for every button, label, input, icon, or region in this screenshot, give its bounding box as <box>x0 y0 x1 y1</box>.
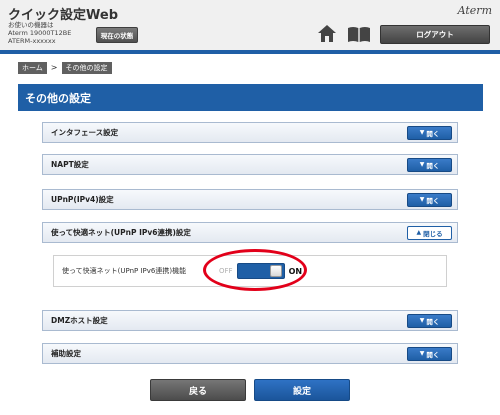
open-button-label: 開く <box>426 197 440 205</box>
page-title: その他の設定 <box>18 84 483 111</box>
upnp-ipv6-function-label: 使って快適ネット(UPnP IPv6連携)機能 <box>62 267 187 275</box>
breadcrumb-current: その他の設定 <box>61 61 112 74</box>
open-button[interactable]: ▼ 開く <box>407 126 452 140</box>
device-info: お使いの機器は Aterm 19000T12BE ATERM-xxxxxx <box>8 21 71 45</box>
close-button-label: 閉じる <box>423 230 443 238</box>
open-button[interactable]: ▼ 開く <box>407 314 452 328</box>
current-status-button[interactable]: 現在の状態 <box>96 27 138 43</box>
panel-auxiliary[interactable]: 補助設定 ▼ 開く <box>42 343 458 364</box>
panel-label: 補助設定 <box>51 349 81 358</box>
chevron-down-icon: ▼ <box>419 196 425 203</box>
header-bar: クイック設定Web お使いの機器は Aterm 19000T12BE ATERM… <box>0 0 500 50</box>
open-button-label: 開く <box>426 351 440 359</box>
header-divider <box>0 50 500 54</box>
device-info-line: Aterm 19000T12BE <box>8 29 72 37</box>
panel-dmz-host[interactable]: DMZホスト設定 ▼ 開く <box>42 310 458 331</box>
highlight-circle <box>203 249 307 291</box>
save-button[interactable]: 設定 <box>254 379 350 401</box>
panel-label: DMZホスト設定 <box>51 316 108 325</box>
panel-label: インタフェース設定 <box>51 128 119 137</box>
chevron-down-icon: ▼ <box>419 350 425 357</box>
device-info-line: お使いの機器は <box>8 21 54 29</box>
device-info-line: ATERM-xxxxxx <box>8 37 56 45</box>
chevron-up-icon: ▲ <box>416 229 422 236</box>
close-button[interactable]: ▲ 閉じる <box>407 226 452 240</box>
logout-button[interactable]: ログアウト <box>380 25 490 44</box>
open-button-label: 開く <box>426 130 440 138</box>
chevron-down-icon: ▼ <box>419 129 425 136</box>
home-icon[interactable] <box>317 24 337 43</box>
panel-upnp-ipv6[interactable]: 使って快適ネット(UPnP IPv6連携)設定 ▲ 閉じる <box>42 222 458 243</box>
panel-label: UPnP(IPv4)設定 <box>51 195 114 204</box>
manual-book-icon[interactable] <box>347 26 371 43</box>
breadcrumb-separator: > <box>50 63 58 72</box>
panel-label: 使って快適ネット(UPnP IPv6連携)設定 <box>51 228 191 237</box>
open-button[interactable]: ▼ 開く <box>407 347 452 361</box>
panel-label: NAPT設定 <box>51 160 89 169</box>
open-button-label: 開く <box>426 318 440 326</box>
chevron-down-icon: ▼ <box>419 317 425 324</box>
breadcrumb: ホーム > その他の設定 <box>18 61 112 74</box>
breadcrumb-home[interactable]: ホーム <box>18 61 47 74</box>
back-button[interactable]: 戻る <box>150 379 246 401</box>
brand-logo: Aterm <box>457 4 492 17</box>
chevron-down-icon: ▼ <box>419 161 425 168</box>
panel-upnp-ipv4[interactable]: UPnP(IPv4)設定 ▼ 開く <box>42 189 458 210</box>
open-button[interactable]: ▼ 開く <box>407 193 452 207</box>
panel-interface[interactable]: インタフェース設定 ▼ 開く <box>42 122 458 143</box>
open-button[interactable]: ▼ 開く <box>407 158 452 172</box>
open-button-label: 開く <box>426 162 440 170</box>
panel-napt[interactable]: NAPT設定 ▼ 開く <box>42 154 458 175</box>
